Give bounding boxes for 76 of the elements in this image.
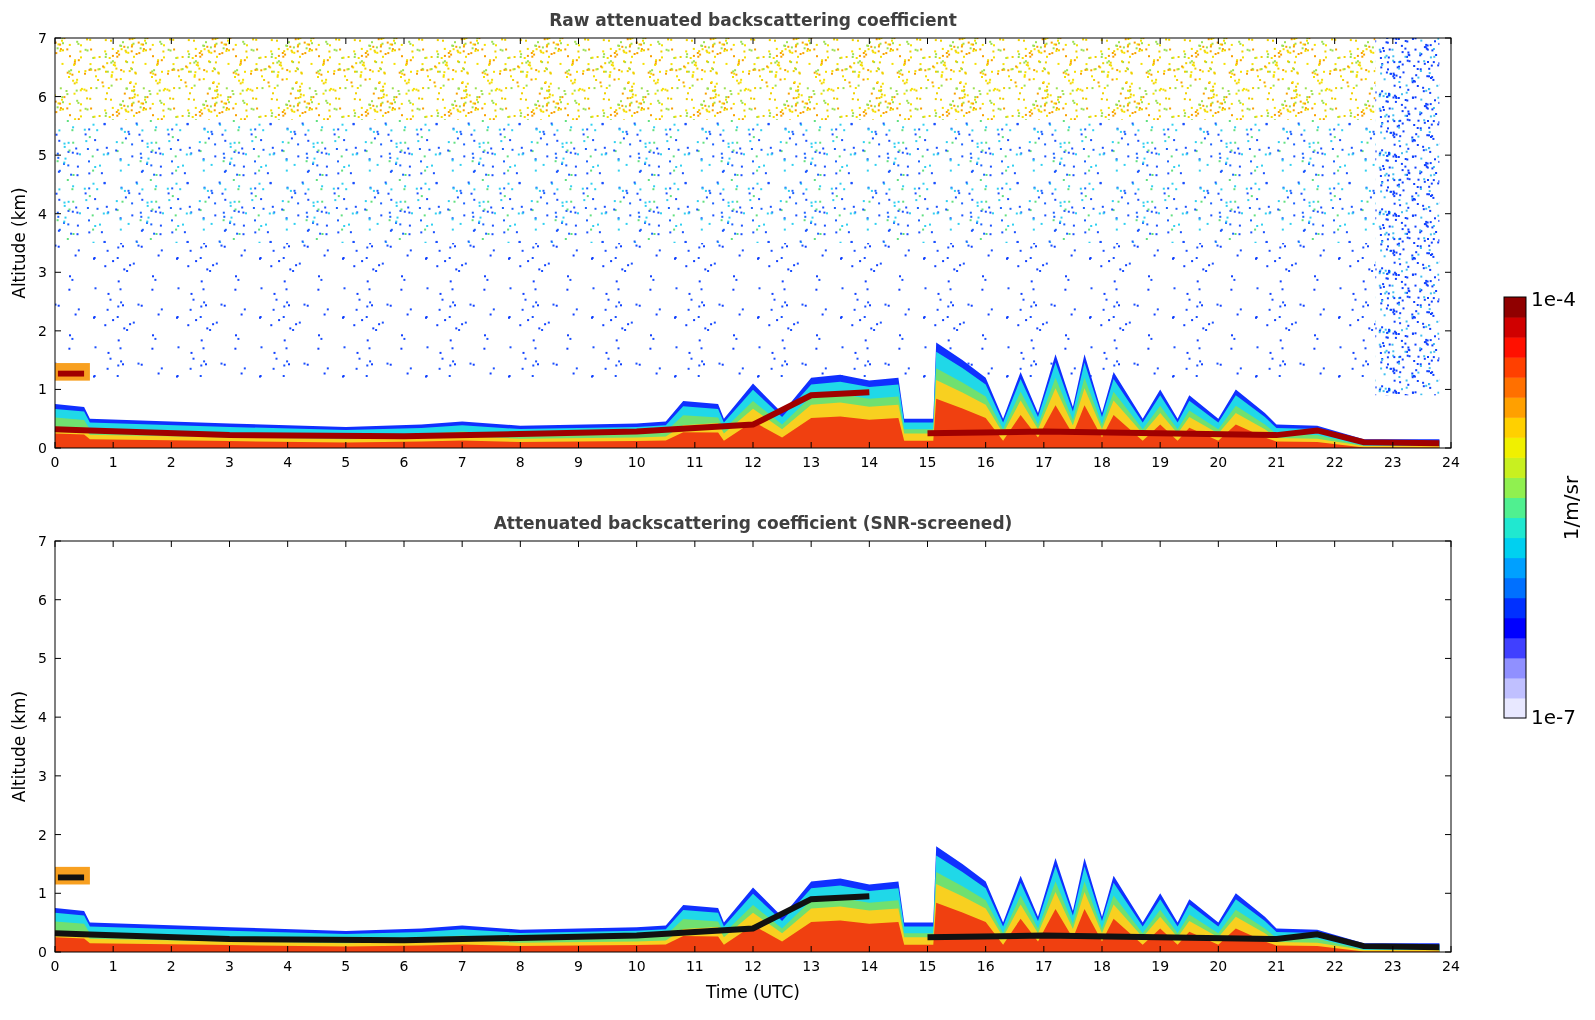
tick-label: 1 bbox=[38, 885, 47, 902]
tick-label: 15 bbox=[918, 958, 937, 974]
tick-label: 4 bbox=[283, 454, 293, 470]
tick-label: 8 bbox=[515, 454, 525, 470]
tick-label: 20 bbox=[1209, 454, 1228, 470]
tick-label: 2 bbox=[166, 958, 176, 974]
colorbar-label: 1/m/sr bbox=[1559, 475, 1583, 541]
tick-label: 20 bbox=[1209, 958, 1228, 974]
tick-label: 11 bbox=[685, 454, 704, 470]
axis-label: Altitude (km) bbox=[9, 690, 29, 803]
tick-label: 24 bbox=[1442, 454, 1460, 470]
tick-label: 6 bbox=[38, 591, 47, 608]
tick-label: 7 bbox=[457, 958, 467, 974]
tick-label: 5 bbox=[38, 147, 47, 164]
tick-label: 19 bbox=[1151, 454, 1170, 470]
tick-label: 3 bbox=[38, 264, 47, 281]
tick-label: 0 bbox=[50, 454, 60, 470]
tick-label: 7 bbox=[457, 454, 467, 470]
tick-label: 1 bbox=[108, 454, 118, 470]
tick-label: 16 bbox=[976, 454, 995, 470]
colorbar-tick-label: 1e-4 bbox=[1531, 287, 1576, 311]
axis-label: Altitude (km) bbox=[9, 187, 29, 299]
tick-label: 3 bbox=[38, 767, 47, 784]
tick-label: 3 bbox=[225, 454, 234, 470]
tick-label: 7 bbox=[38, 30, 47, 46]
tick-label: 21 bbox=[1267, 454, 1286, 470]
tick-label: 0 bbox=[50, 958, 60, 974]
tick-label: 0 bbox=[38, 944, 47, 960]
tick-label: 14 bbox=[860, 454, 879, 470]
tick-label: 4 bbox=[38, 709, 47, 726]
tick-label: 9 bbox=[574, 958, 583, 974]
tick-label: 21 bbox=[1267, 958, 1286, 974]
tick-label: 5 bbox=[341, 454, 351, 470]
tick-label: 19 bbox=[1151, 958, 1170, 974]
tick-label: 16 bbox=[976, 958, 995, 974]
tick-label: 13 bbox=[802, 958, 821, 974]
tick-label: 17 bbox=[1034, 958, 1053, 974]
colorbar-tick-label: 1e-7 bbox=[1531, 705, 1576, 729]
tick-label: 13 bbox=[802, 454, 821, 470]
tick-label: 6 bbox=[399, 958, 409, 974]
tick-label: 5 bbox=[38, 650, 47, 667]
chart-title: Raw attenuated backscattering coefficient bbox=[549, 10, 957, 30]
tick-label: 18 bbox=[1093, 454, 1111, 470]
tick-label: 11 bbox=[685, 958, 704, 974]
tick-label: 9 bbox=[574, 454, 583, 470]
cloud-patch bbox=[55, 866, 90, 885]
cloud-patch bbox=[55, 363, 90, 381]
axis-label: Time (UTC) bbox=[706, 982, 800, 1002]
tick-label: 4 bbox=[38, 205, 47, 222]
chart-title: Attenuated backscattering coefficient (SNR-screened) bbox=[493, 513, 1013, 533]
tick-label: 24 bbox=[1442, 958, 1460, 974]
tick-label: 2 bbox=[166, 454, 176, 470]
tick-label: 18 bbox=[1093, 958, 1111, 974]
tick-label: 10 bbox=[627, 958, 646, 974]
tick-label: 23 bbox=[1383, 454, 1402, 470]
tick-label: 4 bbox=[283, 958, 293, 974]
tick-label: 8 bbox=[515, 958, 525, 974]
tick-label: 2 bbox=[38, 322, 47, 339]
tick-label: 6 bbox=[399, 454, 409, 470]
tick-label: 1 bbox=[108, 958, 118, 974]
tick-label: 22 bbox=[1325, 958, 1344, 974]
tick-label: 7 bbox=[38, 533, 47, 549]
tick-label: 5 bbox=[341, 958, 351, 974]
tick-label: 6 bbox=[38, 88, 47, 105]
tick-label: 12 bbox=[744, 454, 762, 470]
tick-label: 1 bbox=[38, 381, 47, 398]
tick-label: 2 bbox=[38, 826, 47, 843]
tick-label: 14 bbox=[860, 958, 879, 974]
tick-label: 10 bbox=[627, 454, 646, 470]
tick-label: 15 bbox=[918, 454, 937, 470]
tick-label: 17 bbox=[1034, 454, 1053, 470]
tick-label: 12 bbox=[744, 958, 762, 974]
tick-label: 0 bbox=[38, 440, 47, 456]
tick-label: 22 bbox=[1325, 454, 1344, 470]
tick-label: 23 bbox=[1383, 958, 1402, 974]
tick-label: 3 bbox=[225, 958, 234, 974]
